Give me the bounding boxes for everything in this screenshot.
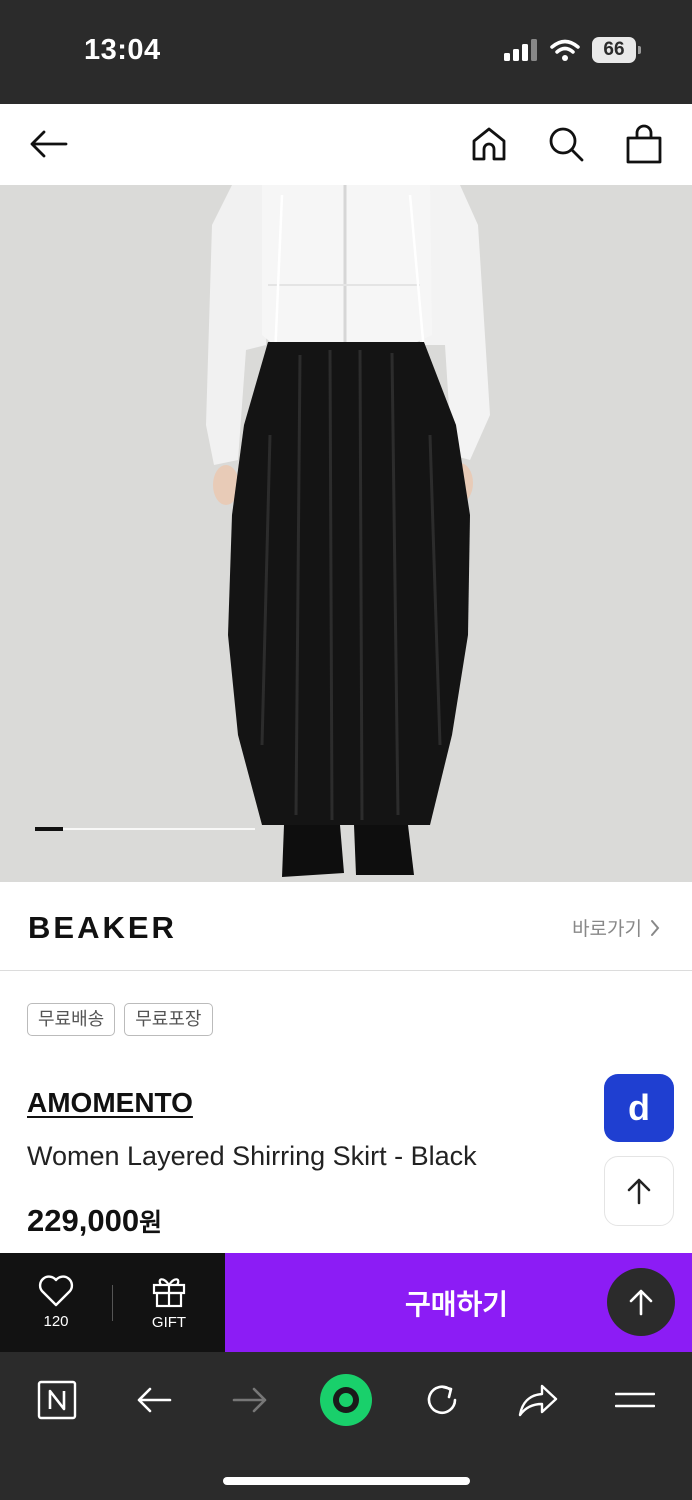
share-icon (518, 1384, 558, 1417)
purchase-bar: 120 GIFT 구매하기 (0, 1253, 692, 1352)
product-brand-link[interactable]: AMOMENTO (27, 1087, 193, 1119)
top-nav (0, 104, 692, 185)
green-dot-button[interactable] (318, 1372, 374, 1428)
purchase-actions: 120 GIFT (0, 1253, 225, 1352)
search-button[interactable] (542, 120, 590, 168)
cart-button[interactable] (620, 120, 668, 168)
hamburger-menu-icon (615, 1392, 655, 1408)
store-shortcut-link[interactable]: 바로가기 (572, 914, 660, 941)
carousel-progress-fill (35, 827, 63, 831)
share-button[interactable] (510, 1372, 566, 1428)
badge-free-wrapping: 무료포장 (124, 1003, 213, 1036)
arrow-up-icon (627, 1178, 651, 1205)
status-icons: 66 (504, 37, 641, 63)
gift-icon (152, 1278, 186, 1308)
benefit-badges: 무료배송 무료포장 (27, 1003, 213, 1036)
carousel-progress (35, 827, 255, 831)
cellular-signal-icon (504, 39, 537, 61)
naver-home-button[interactable] (29, 1372, 85, 1428)
battery-indicator: 66 (592, 37, 641, 63)
gift-button[interactable]: GIFT (113, 1253, 225, 1352)
product-image-carousel[interactable] (0, 185, 692, 882)
price-amount: 229,000 (27, 1203, 140, 1238)
menu-button[interactable] (607, 1372, 663, 1428)
back-button[interactable] (24, 120, 72, 168)
forward-arrow-icon (232, 1387, 267, 1413)
like-button[interactable]: 120 (0, 1253, 112, 1352)
like-count: 120 (43, 1313, 69, 1330)
gift-label: GIFT (151, 1314, 187, 1331)
search-icon (549, 127, 584, 162)
browser-back-button[interactable] (126, 1372, 182, 1428)
back-arrow-icon (137, 1387, 172, 1413)
wifi-icon (550, 39, 580, 61)
status-bar: 13:04 66 (0, 0, 692, 104)
refresh-button[interactable] (414, 1372, 470, 1428)
browser-forward-button[interactable] (222, 1372, 278, 1428)
store-logo: BEAKER (28, 910, 177, 945)
product-price: 229,000원 (27, 1203, 162, 1239)
product-title: Women Layered Shirring Skirt - Black (27, 1141, 477, 1171)
shopping-bag-icon (626, 124, 662, 164)
refresh-icon (427, 1385, 457, 1415)
home-button[interactable] (465, 120, 513, 168)
d-floating-button[interactable]: d (604, 1074, 674, 1142)
store-brand-row: BEAKER 바로가기 (0, 882, 692, 971)
badge-free-shipping: 무료배송 (27, 1003, 116, 1036)
price-currency: 원 (139, 1209, 163, 1237)
heart-icon (38, 1275, 74, 1307)
product-photo (0, 185, 692, 882)
naver-n-icon (37, 1380, 77, 1420)
browser-toolbar (0, 1352, 692, 1500)
chevron-right-icon (651, 919, 660, 936)
home-icon (472, 127, 506, 161)
store-shortcut-label: 바로가기 (572, 919, 642, 940)
green-dot-icon (320, 1374, 372, 1426)
status-time: 13:04 (84, 34, 161, 66)
scroll-top-button[interactable] (604, 1156, 674, 1226)
arrow-up-icon (629, 1289, 653, 1316)
back-arrow-icon (30, 130, 68, 158)
home-indicator (223, 1477, 470, 1485)
scroll-up-dark-button[interactable] (607, 1268, 675, 1336)
